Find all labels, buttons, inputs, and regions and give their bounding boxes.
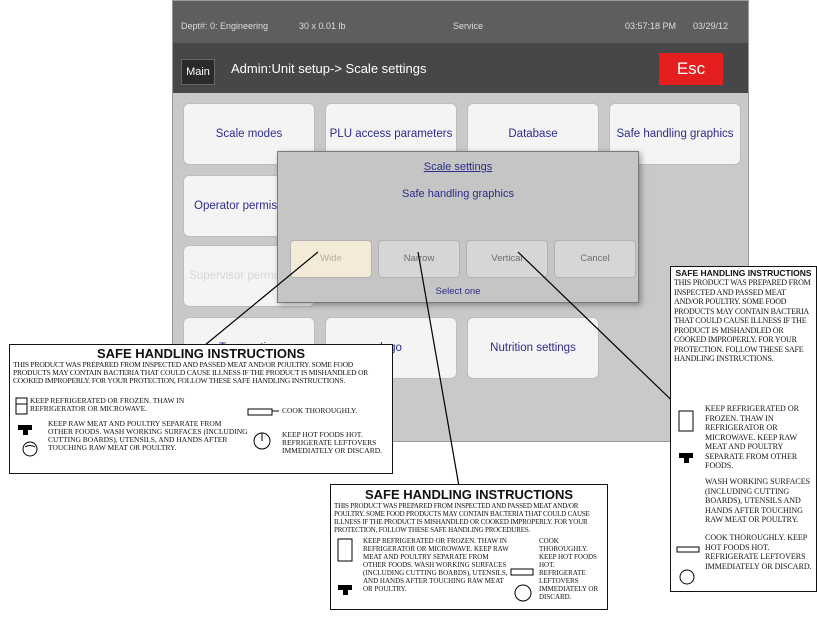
wide-label-intro: THIS PRODUCT WAS PREPARED FROM INSPECTED… xyxy=(13,361,369,385)
wide-label-hot: KEEP HOT FOODS HOT. REFRIGERATE LEFTOVER… xyxy=(282,430,383,455)
wide-label-heading: SAFE HANDLING INSTRUCTIONS xyxy=(97,346,305,361)
narrow-thermometer-icon xyxy=(510,568,534,602)
refrigerator-icon xyxy=(15,397,28,415)
wide-label-separate: KEEP RAW MEAT AND POULTRY SEPARATE FROM … xyxy=(48,419,248,452)
wide-label-preview: SAFE HANDLING INSTRUCTIONS THIS PRODUCT … xyxy=(9,344,393,474)
vertical-label-refrigerate: KEEP REFRIGERATED OR FROZEN. THAW IN REF… xyxy=(705,404,799,470)
narrow-label-preview: SAFE HANDLING INSTRUCTIONS THIS PRODUCT … xyxy=(330,484,608,610)
narrow-label-cook: COOK THOROUGHLY. KEEP HOT FOODS HOT. REF… xyxy=(539,537,599,601)
faucet-hands-icon xyxy=(18,425,38,457)
wide-label-refrigerate: KEEP REFRIGERATED OR FROZEN. THAW IN REF… xyxy=(30,396,185,413)
pan-icon xyxy=(247,408,279,416)
vertical-label-heading: SAFE HANDLING INSTRUCTIONS xyxy=(675,268,812,278)
narrow-label-refrigerate: KEEP REFRIGERATED OR FROZEN. THAW IN REF… xyxy=(363,537,509,593)
vertical-label-wash: WASH WORKING SURFACES (INCLUDING CUTTING… xyxy=(705,477,811,524)
narrow-label-heading: SAFE HANDLING INSTRUCTIONS xyxy=(365,487,573,502)
vertical-label-preview: SAFE HANDLING INSTRUCTIONS THIS PRODUCT … xyxy=(670,266,817,592)
vertical-label-cook: COOK THOROUGHLY. KEEP HOT FOODS HOT. REF… xyxy=(705,533,812,571)
wide-label-cook: COOK THOROUGHLY. xyxy=(282,406,358,415)
vertical-label-intro: THIS PRODUCT WAS PREPARED FROM INSPECTED… xyxy=(674,278,811,363)
thermometer-icon xyxy=(253,432,271,450)
vertical-icons xyxy=(676,410,700,585)
narrow-label-intro: THIS PRODUCT WAS PREPARED FROM INSPECTED… xyxy=(334,502,590,534)
narrow-icons xyxy=(337,538,353,595)
